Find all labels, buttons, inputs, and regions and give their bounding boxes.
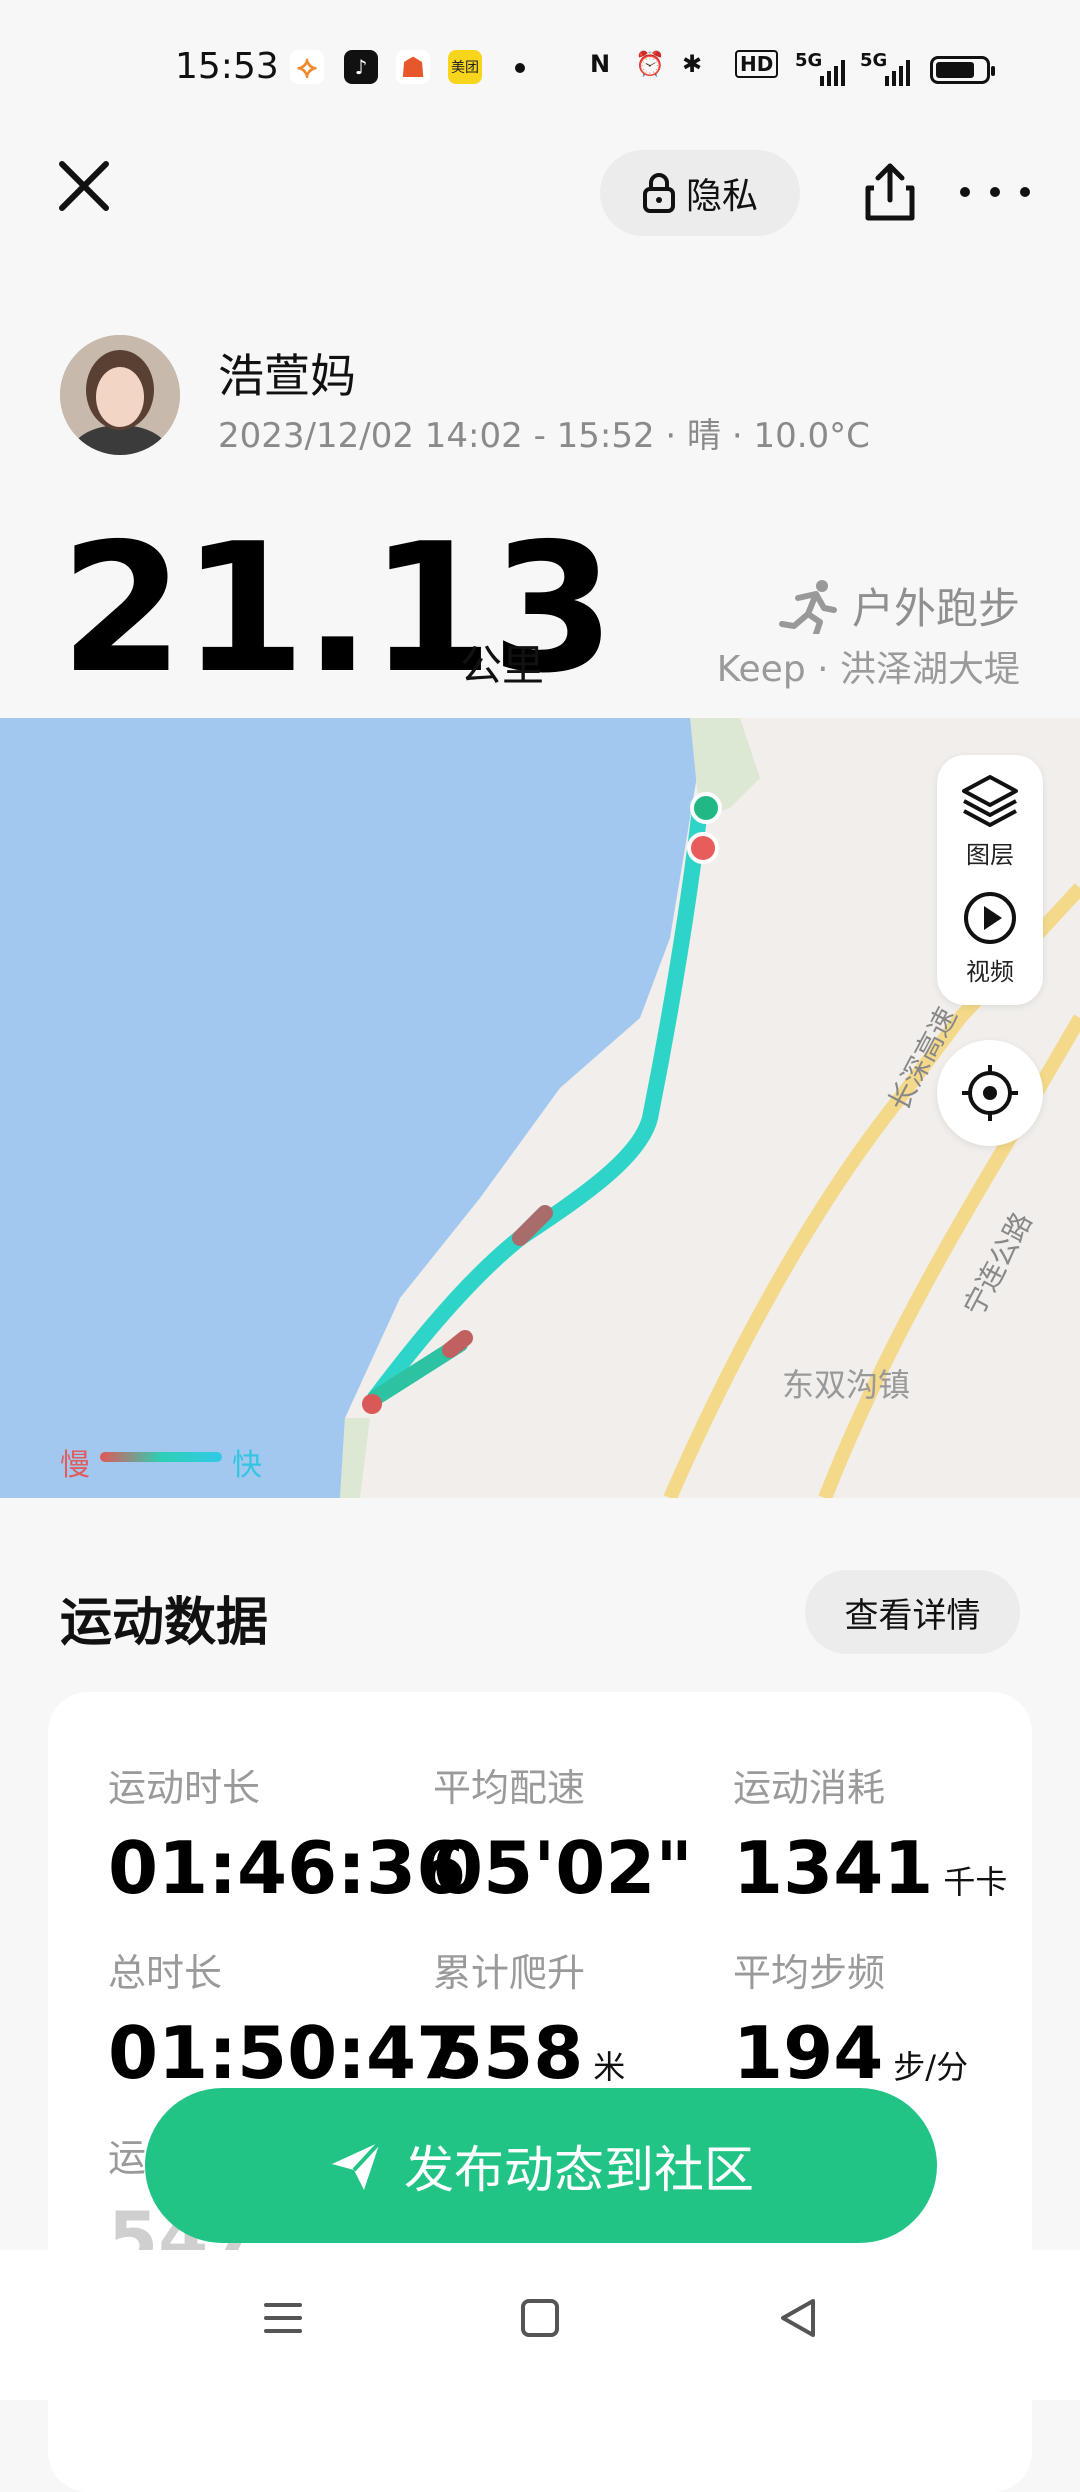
signal-5g-1: 5G: [795, 50, 823, 71]
user-name: 浩萱妈: [218, 349, 356, 403]
legend-fast: 快: [232, 1448, 262, 1483]
signal-5g-2: 5G: [860, 50, 888, 71]
privacy-label: 隐私: [685, 176, 758, 217]
share-icon: [865, 163, 915, 221]
legend-slow: 慢: [60, 1448, 90, 1483]
stat-label: 平均步频: [733, 1951, 886, 1995]
distance-unit: 公里: [460, 641, 545, 690]
workout-meta: 2023/12/02 14:02 - 15:52 · 晴 · 10.0°C: [218, 416, 870, 456]
signal-bars-icon: [820, 60, 846, 90]
pace-legend-bar: [100, 1452, 222, 1462]
crosshair-icon: [962, 1065, 1018, 1121]
stat-value: 194 步/分: [733, 2011, 969, 2095]
section-title: 运动数据: [60, 1593, 269, 1653]
privacy-button[interactable]: 隐私: [600, 150, 800, 236]
start-marker: [690, 792, 722, 824]
hd-icon: HD: [735, 50, 779, 78]
video-label: 视频: [966, 958, 1014, 986]
status-time: 15:53: [175, 46, 279, 87]
signal-bars-icon-2: [885, 60, 911, 90]
stat-value: 01:50:47: [108, 2011, 467, 2095]
route-slow-marker: [362, 1394, 382, 1414]
close-icon: [59, 161, 109, 211]
running-icon: [778, 579, 837, 634]
town-label: 东双沟镇: [782, 1366, 910, 1404]
play-icon: [964, 892, 1016, 944]
keep-app-icon: ⟡: [290, 50, 324, 85]
stat-unit: 米: [593, 2048, 626, 2086]
stat-label: 累计爬升: [433, 1951, 586, 1995]
map-canvas[interactable]: 长深高速 宁连公路 东双沟镇: [0, 718, 1080, 1498]
meituan-icon: 美团: [448, 50, 482, 84]
bluetooth-icon: ✱: [682, 50, 703, 78]
stat-unit: 步/分: [893, 2048, 969, 2086]
home-icon: [521, 2299, 559, 2337]
activity-source: Keep · 洪泽湖大堤: [716, 649, 1020, 690]
stat-value: 1341 千卡: [733, 1826, 1008, 1910]
layers-icon: [962, 775, 1018, 827]
stat-value: 558 米: [433, 2011, 626, 2095]
back-icon: [781, 2299, 815, 2337]
activity-type: 户外跑步: [778, 575, 1020, 636]
home-nav-button[interactable]: [517, 2295, 563, 2345]
publish-label: 发布动态到社区: [404, 2140, 754, 2199]
system-nav-bar: [0, 2250, 1080, 2400]
layers-label: 图层: [966, 841, 1014, 869]
avatar[interactable]: [60, 335, 180, 455]
alarm-icon: ⏰: [635, 50, 665, 78]
battery-icon: [930, 56, 995, 84]
stat-label: 平均配速: [433, 1766, 586, 1810]
close-button[interactable]: [56, 158, 112, 214]
stat-unit: 千卡: [943, 1863, 1008, 1901]
menu-nav-button[interactable]: [260, 2295, 306, 2345]
stat-value: 01:46:36: [108, 1826, 467, 1910]
stat-label: 运动消耗: [733, 1766, 886, 1810]
share-button[interactable]: [858, 160, 922, 224]
video-button[interactable]: 视频: [937, 890, 1043, 987]
tiktok-icon: ♪: [344, 50, 378, 84]
activity-type-label: 户外跑步: [851, 584, 1020, 633]
end-marker: [687, 832, 719, 864]
send-icon: [332, 2140, 382, 2190]
notification-dot: [515, 63, 525, 73]
publish-to-community-button[interactable]: 发布动态到社区: [145, 2088, 937, 2243]
stat-label: 总时长: [108, 1951, 223, 1995]
locate-button[interactable]: [937, 1040, 1043, 1146]
more-button[interactable]: [960, 160, 1030, 224]
layers-button[interactable]: 图层: [937, 773, 1043, 870]
map-controls: 图层 视频: [937, 755, 1043, 1005]
stat-label: 运动时长: [108, 1766, 261, 1810]
route-map[interactable]: 长深高速 宁连公路 东双沟镇: [0, 718, 1080, 1498]
back-nav-button[interactable]: [775, 2295, 821, 2345]
bot-app-icon: ☗: [396, 50, 430, 84]
nfc-icon: N: [590, 50, 611, 78]
view-details-button[interactable]: 查看详情: [805, 1570, 1020, 1654]
stat-label: 运: [108, 2136, 147, 2180]
menu-icon: [264, 2303, 302, 2333]
stat-value: 05'02": [433, 1826, 693, 1910]
lock-icon: [642, 173, 675, 213]
